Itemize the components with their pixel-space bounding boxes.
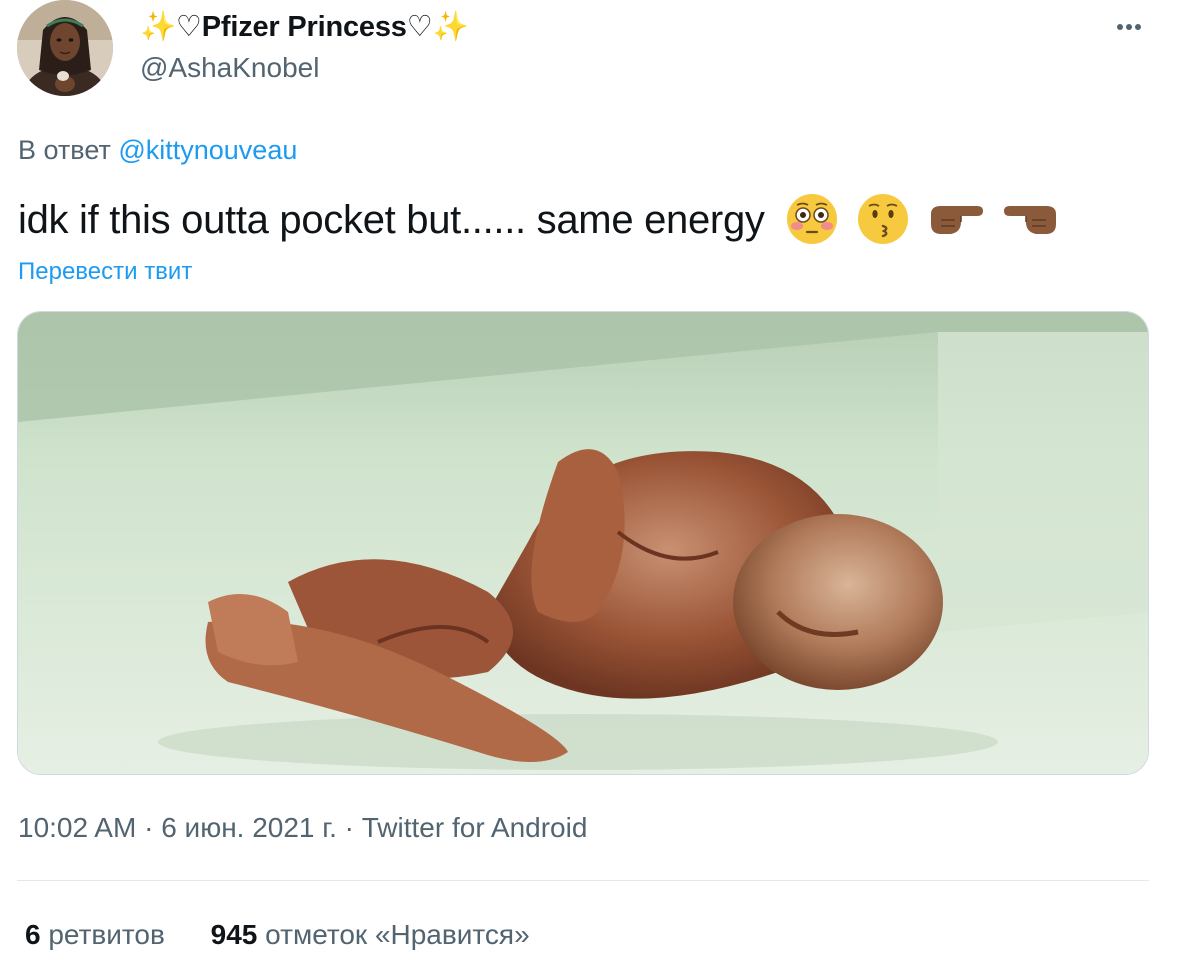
pointing-right-emoji-icon [931, 205, 984, 234]
reply-context: В ответ @kittynouveau [18, 133, 297, 167]
avatar-portrait-icon [17, 0, 113, 96]
reply-mention-link[interactable]: @kittynouveau [118, 135, 297, 165]
more-horizontal-icon [1117, 24, 1123, 30]
retweets-label: ретвитов [48, 919, 165, 950]
likes-stat[interactable]: 945 отметок «Нравится» [211, 917, 530, 953]
more-options-button[interactable] [1104, 6, 1154, 46]
more-horizontal-icon [1135, 24, 1141, 30]
tweet: ✨♡Pfizer Princess♡✨ @AshaKnobel В ответ … [0, 0, 1180, 980]
pointing-left-emoji-icon [1003, 205, 1056, 234]
avatar[interactable] [17, 0, 113, 96]
tweet-text: idk if this outta pocket but...... same … [18, 193, 1066, 250]
sparkle-icon: ✨ [432, 11, 469, 43]
divider [17, 880, 1149, 881]
tweet-time[interactable]: 10:02 AM [18, 812, 136, 843]
sparkle-icon: ✨ [140, 11, 176, 43]
flushed-face-emoji-icon [787, 193, 838, 244]
kissing-face-emoji-icon [858, 193, 909, 244]
likes-count: 945 [210, 919, 258, 950]
retweets-count: 6 [25, 919, 41, 950]
translate-tweet-link[interactable]: Перевести твит [18, 257, 192, 287]
retweets-stat[interactable]: 6 ретвитов [25, 917, 165, 953]
tweet-text-body: idk if this outta pocket but...... same … [18, 198, 765, 242]
more-horizontal-icon [1126, 24, 1132, 30]
tweet-date[interactable]: 6 июн. 2021 г. [161, 812, 337, 843]
meta-separator: · [136, 812, 162, 843]
heart-outline-icon: ♡ [406, 11, 433, 43]
author-name-text: Pfizer Princess [201, 11, 407, 43]
emoji-row [785, 191, 1065, 245]
likes-label: отметок «Нравится» [265, 919, 530, 950]
photo-figurine-image [18, 312, 1148, 774]
heart-outline-icon: ♡ [175, 11, 202, 43]
reply-prefix: В ответ [18, 135, 111, 165]
author-display-name[interactable]: ✨♡Pfizer Princess♡✨ [140, 8, 469, 46]
tweet-photo[interactable] [17, 311, 1149, 775]
tweet-stats: 6 ретвитов 945 отметок «Нравится» [25, 917, 530, 953]
tweet-source[interactable]: Twitter for Android [362, 812, 588, 843]
author-handle[interactable]: @AshaKnobel [140, 50, 319, 86]
meta-separator: · [336, 812, 362, 843]
tweet-meta: 10:02 AM · 6 июн. 2021 г. · Twitter for … [18, 810, 587, 846]
